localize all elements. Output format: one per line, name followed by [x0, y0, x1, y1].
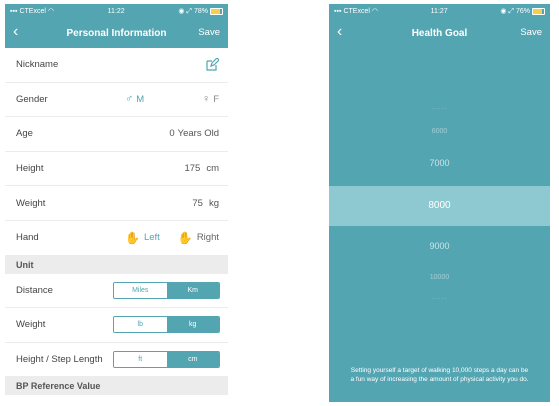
- health-goal-screen: ▪▪▪ CTExcel ◠ 11:27 ◉ ⤢ 76% ‹ Health Goa…: [329, 4, 550, 402]
- hand-left-icon: ✋: [125, 230, 140, 245]
- hand-label: Hand: [16, 232, 39, 244]
- male-icon: ♂: [125, 93, 134, 106]
- status-bar: ▪▪▪ CTExcel ◠ 11:22 ◉ ⤢ 78%: [5, 4, 228, 18]
- page-title: Personal Information: [66, 27, 167, 39]
- step-length-unit-row: Height / Step Length ft cm: [5, 343, 228, 378]
- age-row[interactable]: Age 0 Years Old: [5, 117, 228, 152]
- step-ft-option[interactable]: ft: [114, 351, 167, 367]
- age-label: Age: [16, 128, 33, 140]
- weight-unit-row: Weight lb kg: [5, 308, 228, 343]
- status-icons: ◉ ⤢: [178, 7, 192, 15]
- distance-unit-row: Distance Miles Km: [5, 274, 228, 309]
- step-goal-picker[interactable]: - - - - - 6000 7000 8000 9000 10000 - - …: [329, 48, 550, 402]
- height-label: Height: [16, 163, 44, 175]
- gender-label: Gender: [16, 93, 48, 105]
- save-button[interactable]: Save: [198, 27, 220, 38]
- hand-right-label: Right: [196, 232, 219, 244]
- health-goal-description: Setting yourself a target of walking 10,…: [350, 367, 529, 383]
- picker-fade-bottom: - - - - -: [432, 296, 447, 302]
- picker-selected-option[interactable]: 8000: [329, 200, 550, 211]
- weight-label: Weight: [16, 197, 46, 209]
- status-bar: ▪▪▪ CTExcel ◠ 11:27 ◉ ⤢ 76%: [329, 4, 550, 18]
- distance-label: Distance: [16, 284, 53, 296]
- page-title: Health Goal: [411, 27, 468, 39]
- picker-option[interactable]: 6000: [329, 128, 550, 135]
- female-label: F: [213, 93, 219, 105]
- height-unit: cm: [206, 163, 219, 175]
- picker-option[interactable]: 7000: [329, 158, 550, 168]
- signal-icon: ▪▪▪: [334, 7, 342, 15]
- weight-value-group: 75 kg: [192, 198, 219, 209]
- hand-row: Hand ✋ Left ✋ Right: [5, 221, 228, 256]
- hand-right-icon: ✋: [177, 230, 193, 245]
- weight-row[interactable]: Weight 75 kg: [5, 186, 228, 221]
- unit-section-header: Unit: [5, 255, 228, 274]
- nickname-label: Nickname: [16, 59, 59, 71]
- age-value-group: 0 Years Old: [169, 128, 219, 139]
- back-icon[interactable]: ‹: [13, 24, 18, 40]
- nav-bar: ‹ Health Goal Save: [329, 18, 550, 48]
- signal-icon: ▪▪▪: [10, 7, 18, 15]
- nav-bar: ‹ Personal Information Save: [5, 18, 228, 48]
- gender-row: Gender ♂ M ♀ F: [5, 83, 228, 118]
- battery-icon: [532, 7, 545, 15]
- battery-icon: [210, 7, 223, 15]
- hand-right-option[interactable]: ✋ Right: [178, 231, 219, 245]
- hand-left-option[interactable]: ✋ Left: [125, 231, 160, 245]
- bp-section-header: BP Reference Value: [5, 377, 228, 396]
- height-row[interactable]: Height 175 cm: [5, 152, 228, 187]
- height-value-group: 175 cm: [184, 163, 219, 174]
- gender-female-option[interactable]: ♀ F: [202, 93, 219, 105]
- status-time: 11:22: [107, 7, 125, 15]
- save-button[interactable]: Save: [520, 27, 542, 38]
- step-length-label: Height / Step Length: [16, 354, 103, 366]
- carrier: CTExcel: [343, 7, 370, 15]
- distance-km-option[interactable]: Km: [166, 282, 219, 298]
- edit-icon[interactable]: [206, 58, 219, 71]
- gender-male-option[interactable]: ♂ M: [125, 93, 144, 105]
- weight-unit-toggle: lb kg: [113, 316, 220, 334]
- weight-lb-option[interactable]: lb: [114, 317, 167, 333]
- status-icons: ◉ ⤢: [500, 7, 514, 15]
- wifi-icon: ◠: [47, 8, 55, 15]
- battery-percent: 76%: [515, 7, 530, 15]
- battery-percent: 78%: [193, 7, 208, 15]
- carrier: CTExcel: [19, 7, 46, 15]
- nickname-row[interactable]: Nickname: [5, 48, 228, 83]
- weight-unit: kg: [208, 197, 219, 209]
- female-icon: ♀: [201, 93, 211, 106]
- weight-unit-label: Weight: [16, 319, 46, 331]
- picker-fade-top: - - - - -: [432, 106, 447, 112]
- step-cm-option[interactable]: cm: [166, 351, 219, 367]
- distance-unit-toggle: Miles Km: [113, 281, 220, 299]
- male-label: M: [136, 93, 145, 105]
- weight-value: 75: [192, 197, 203, 209]
- personal-information-screen: ▪▪▪ CTExcel ◠ 11:22 ◉ ⤢ 78% ‹ Personal I…: [5, 4, 228, 402]
- distance-miles-option[interactable]: Miles: [114, 282, 167, 298]
- picker-option[interactable]: 9000: [329, 241, 550, 251]
- wifi-icon: ◠: [371, 8, 379, 15]
- weight-kg-option[interactable]: kg: [166, 317, 219, 333]
- step-length-unit-toggle: ft cm: [113, 350, 220, 368]
- age-unit: Years Old: [177, 128, 219, 140]
- left-header: ▪▪▪ CTExcel ◠ 11:22 ◉ ⤢ 78% ‹ Personal I…: [5, 4, 228, 48]
- height-value: 175: [184, 163, 201, 175]
- hand-left-label: Left: [143, 232, 160, 244]
- age-value: 0: [169, 128, 175, 140]
- picker-option[interactable]: 10000: [329, 274, 550, 281]
- back-icon[interactable]: ‹: [337, 24, 342, 40]
- status-time: 11:27: [430, 7, 448, 15]
